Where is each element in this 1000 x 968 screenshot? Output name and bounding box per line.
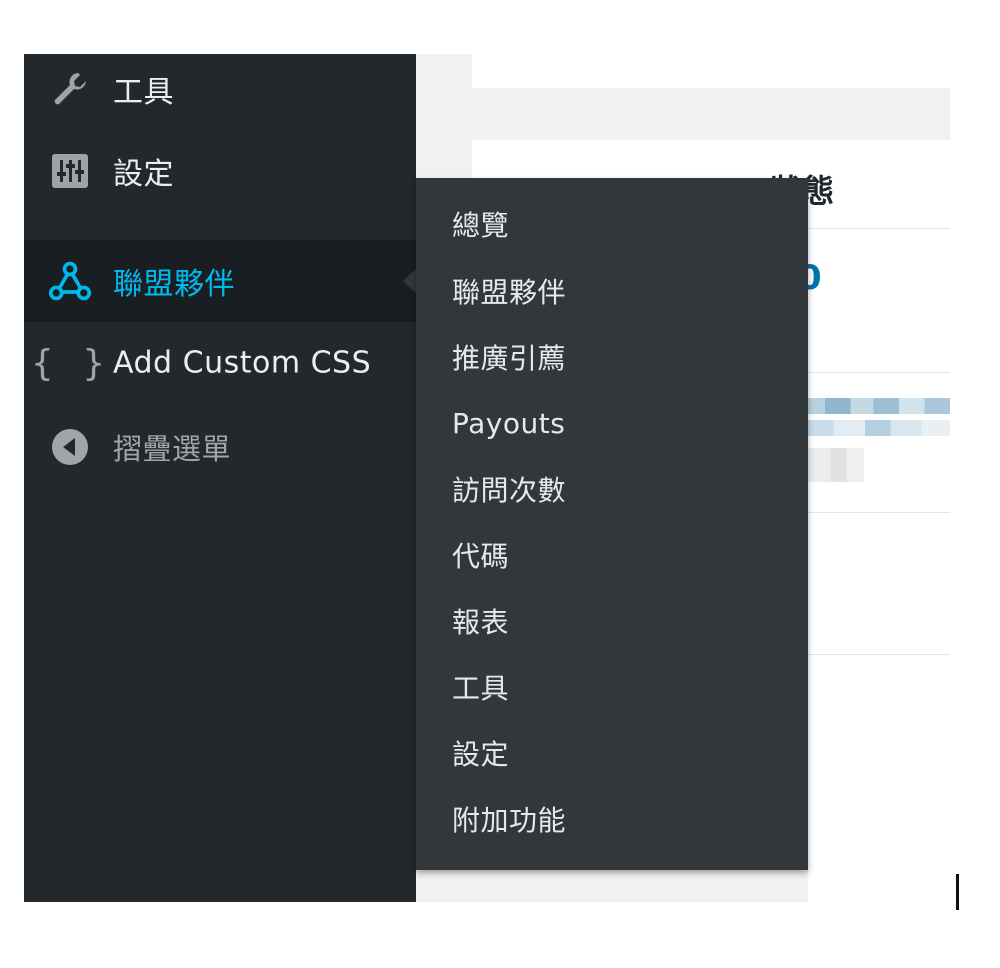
sidebar-item-add-custom-css[interactable]: { } Add Custom CSS: [24, 322, 416, 404]
sidebar-item-settings[interactable]: 設定: [24, 130, 416, 212]
top-panel: [472, 54, 950, 88]
sidebar-item-affiliates[interactable]: 聯盟夥伴: [24, 240, 417, 322]
affiliate-network-icon: [48, 259, 92, 303]
admin-sidebar: 工具 設定 聯盟夥伴 {} Add Custom CSS 摺疊選單: [24, 54, 417, 902]
submenu-item-payouts[interactable]: Payouts: [452, 403, 565, 443]
sidebar-item-label: 設定: [113, 157, 174, 192]
wrench-icon: [48, 67, 92, 111]
current-menu-arrow: [403, 268, 417, 294]
panel-footer: [808, 794, 950, 902]
submenu-item-tools[interactable]: 工具: [452, 667, 509, 707]
sidebar-item-label: 摺疊選單: [113, 432, 232, 466]
sidebar-item-label: 聯盟夥伴: [113, 267, 235, 302]
settings-sliders-icon: [48, 149, 92, 193]
blurred-link: [808, 420, 950, 436]
collapse-arrow-icon: [48, 425, 92, 469]
submenu-item-settings[interactable]: 設定: [452, 733, 509, 773]
blurred-link: [808, 398, 950, 414]
blurred-text: [808, 448, 864, 482]
submenu-item-reports[interactable]: 報表: [452, 601, 509, 641]
submenu-item-affiliates[interactable]: 聯盟夥伴: [452, 271, 566, 311]
affiliates-submenu: 總覽 聯盟夥伴 推廣引薦 Payouts 訪問次數 代碼 報表 工具 設定 附加…: [416, 178, 808, 870]
sidebar-item-tools[interactable]: 工具: [24, 48, 416, 130]
sidebar-item-label: Add Custom CSS: [113, 345, 372, 381]
wp-admin-screen: 狀態 0 工具: [0, 0, 1000, 968]
curly-braces-icon: { }: [31, 342, 109, 384]
collapse-menu-button[interactable]: 摺疊選單: [24, 406, 416, 488]
sidebar-item-label: 工具: [113, 75, 174, 110]
text-cursor: [956, 874, 959, 910]
submenu-item-add-ons[interactable]: 附加功能: [452, 799, 566, 839]
submenu-item-creatives[interactable]: 代碼: [452, 535, 509, 575]
submenu-item-overview[interactable]: 總覽: [452, 204, 509, 244]
submenu-item-visits[interactable]: 訪問次數: [452, 469, 566, 509]
submenu-item-referrals[interactable]: 推廣引薦: [452, 337, 566, 377]
